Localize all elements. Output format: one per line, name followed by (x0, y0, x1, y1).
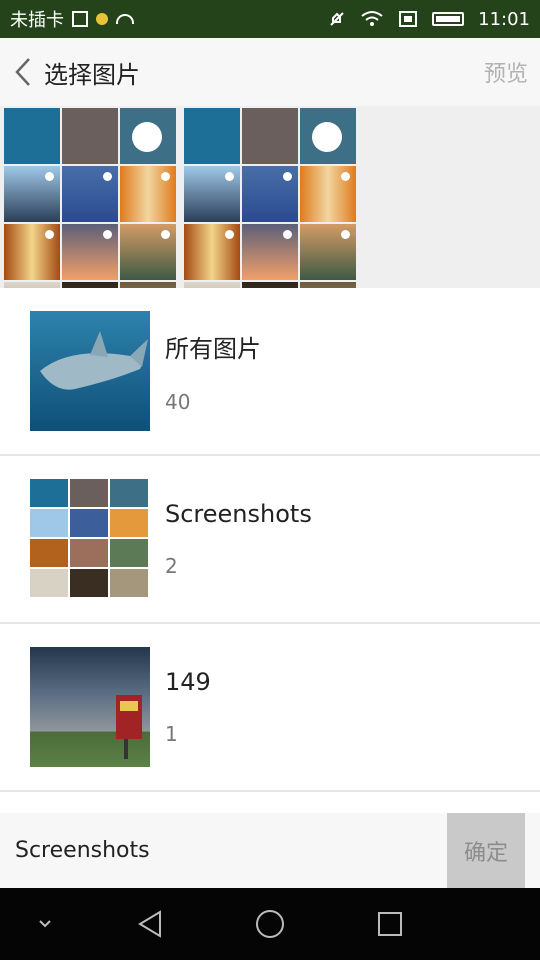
notification-dot-icon (96, 13, 108, 25)
album-name: Screenshots (165, 500, 312, 528)
bottom-bar: Screenshots 确定 (0, 813, 540, 888)
header-bar: 选择图片 预览 (0, 38, 540, 106)
album-list: 所有图片 40 Screenshots 2 149 1 (0, 288, 540, 813)
carrier-text: 未插卡 (10, 10, 64, 31)
nav-recents-button[interactable] (368, 888, 412, 960)
preview-button[interactable]: 预览 (484, 56, 528, 88)
collapse-button[interactable] (28, 888, 62, 960)
selection-indicator-icon (132, 122, 162, 152)
photo-tile[interactable] (62, 108, 118, 164)
sim-card-icon (399, 11, 418, 27)
photo-tile[interactable] (62, 224, 118, 280)
confirm-button[interactable]: 确定 (447, 813, 525, 888)
album-count: 2 (165, 554, 178, 578)
battery-icon (432, 12, 465, 26)
album-thumbnail (30, 479, 150, 599)
album-row-149[interactable]: 149 1 (0, 624, 540, 792)
photo-tile[interactable] (184, 108, 240, 164)
photo-tile[interactable] (242, 224, 298, 280)
photo-tile[interactable] (120, 166, 176, 222)
status-bar: 未插卡 11:01 (0, 0, 540, 38)
clock: 11:01 (478, 8, 530, 30)
collapse-icon (39, 920, 51, 928)
back-triangle-icon (138, 910, 161, 938)
android-icon (116, 14, 134, 24)
chevron-left-icon (15, 58, 30, 86)
photo-tile[interactable] (4, 166, 60, 222)
nav-home-button[interactable] (248, 888, 292, 960)
photo-tile[interactable] (120, 224, 176, 280)
album-name: 所有图片 (165, 334, 261, 363)
photo-tile[interactable] (242, 108, 298, 164)
page-title: 选择图片 (44, 60, 140, 89)
photo-tile[interactable] (242, 166, 298, 222)
photo-tile[interactable] (62, 166, 118, 222)
photo-tile[interactable] (184, 166, 240, 222)
navigation-bar (0, 888, 540, 960)
album-thumbnail (30, 647, 150, 767)
mute-icon (330, 12, 344, 26)
selection-indicator-icon (312, 122, 342, 152)
screenshot-mosaic (0, 106, 540, 338)
photo-tile[interactable] (4, 108, 60, 164)
nav-back-button[interactable] (128, 888, 172, 960)
album-thumbnail (30, 311, 150, 431)
album-count: 40 (165, 389, 191, 414)
shark-image (40, 331, 148, 390)
album-row-screenshots[interactable]: Screenshots 2 (0, 456, 540, 624)
sim-icon (72, 11, 88, 27)
home-circle-icon (256, 910, 284, 938)
recents-square-icon (378, 912, 402, 936)
photo-tile[interactable] (184, 224, 240, 280)
photo-tile[interactable] (4, 224, 60, 280)
photo-tile[interactable] (300, 166, 356, 222)
album-count: 1 (165, 722, 178, 746)
current-album-label[interactable]: Screenshots (15, 838, 150, 863)
photo-tile[interactable] (300, 224, 356, 280)
wifi-icon (361, 11, 383, 26)
album-name: 149 (165, 668, 211, 696)
sign-image (116, 695, 142, 759)
album-row-all[interactable]: 所有图片 40 (0, 288, 540, 456)
back-button[interactable] (12, 54, 34, 90)
